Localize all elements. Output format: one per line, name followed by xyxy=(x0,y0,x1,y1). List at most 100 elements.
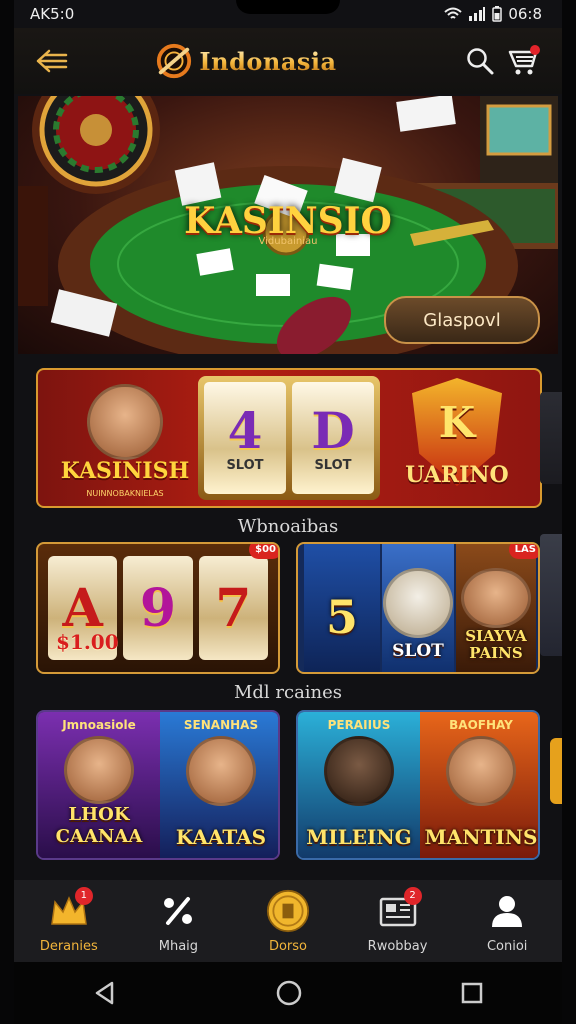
next-card-peek xyxy=(550,738,562,804)
slot-reel: 7 xyxy=(198,556,268,660)
game-tile: SIAYVA PAINS xyxy=(456,544,536,672)
back-triangle-icon[interactable] xyxy=(92,980,118,1006)
recents-square-icon[interactable] xyxy=(460,981,484,1005)
game-card[interactable]: A 9 7 $1.00 $00 xyxy=(36,542,280,674)
status-time: AK5:0 xyxy=(30,5,75,23)
game-caption: $1.00 xyxy=(56,630,119,654)
game-tile: 5 xyxy=(304,544,380,672)
nav-item-profile[interactable]: Conioi xyxy=(459,889,555,954)
banner-left-label: KASINISH xyxy=(60,458,190,484)
nav-icon-wrap: 1 xyxy=(47,886,93,933)
nav-label: Dorso xyxy=(268,938,307,954)
hero-banner[interactable]: KASINSIO Vidubainiau Glaspovl xyxy=(18,96,558,354)
brand-logo-icon xyxy=(157,43,192,79)
hero-cta-button[interactable]: Glaspovl xyxy=(384,296,540,344)
nav-icon-wrap xyxy=(266,889,310,933)
tile-title: 5 xyxy=(325,590,358,644)
app-title: Indonasia xyxy=(199,46,337,76)
character-avatar xyxy=(64,736,134,804)
tile-top-label: SENANHAS xyxy=(183,718,259,732)
cart-badge xyxy=(530,45,540,55)
nav-label: Mhaig xyxy=(158,938,199,954)
banner-right-art: K UARINO xyxy=(392,378,522,502)
reel-symbol: 7 xyxy=(215,577,252,639)
hero-subtitle: Vidubainiau xyxy=(258,236,318,247)
percent-icon xyxy=(164,896,193,925)
bottom-nav: 1 Deranies Mhaig Dorso 2 Rwobbay Conioi xyxy=(14,880,562,962)
nav-label: Deranies xyxy=(39,938,98,954)
tile-title: MILEING xyxy=(306,825,412,849)
wifi-icon xyxy=(444,7,462,19)
back-button[interactable] xyxy=(30,39,74,83)
game-tile: PERAIIUS MILEING xyxy=(298,712,420,858)
featured-slot-banner[interactable]: KASINISH NUINNOBAKNIELAS 4 SLOT D SLOT K… xyxy=(36,368,542,508)
next-card-peek xyxy=(540,534,562,656)
game-card[interactable]: PERAIIUS MILEING BAOFHAY MANTINS xyxy=(296,710,540,860)
section-title: Wbnoaibas xyxy=(237,516,339,537)
user-icon xyxy=(492,895,523,927)
tile-title: SIAYVA PAINS xyxy=(465,627,527,662)
nav-item-promo[interactable]: Mhaig xyxy=(130,889,226,954)
brand: Indonasia xyxy=(74,42,458,80)
game-tile: Jmnoasiole LHOK CAANAA xyxy=(38,712,160,858)
nav-badge: 2 xyxy=(403,886,422,905)
banner-reel: D SLOT xyxy=(292,382,374,494)
reel-label: SLOT xyxy=(226,457,264,473)
animal-icon xyxy=(324,736,394,806)
nav-badge: 1 xyxy=(74,886,93,905)
game-tile: BAOFHAY MANTINS xyxy=(420,712,538,858)
cart-button[interactable] xyxy=(502,39,546,83)
game-badge: $00 xyxy=(249,544,278,559)
tile-title: MANTINS xyxy=(424,825,538,849)
coin-icon xyxy=(266,889,310,932)
nav-label: Rwobbay xyxy=(367,938,428,954)
tile-title: SLOT xyxy=(392,641,444,661)
tile-top-label: Jmnoasiole xyxy=(62,718,136,732)
signal-icon xyxy=(469,7,486,21)
back-arrow-icon xyxy=(36,49,68,73)
shield-letter: K xyxy=(438,398,476,447)
animal-icon xyxy=(383,568,453,638)
reel-label: SLOT xyxy=(314,457,352,473)
nav-icon-wrap: 2 xyxy=(376,886,422,933)
nav-item-center[interactable]: Dorso xyxy=(240,889,336,954)
reel-symbol: 9 xyxy=(139,577,177,639)
character-avatar xyxy=(87,384,163,460)
tile-title: KAATAS xyxy=(175,825,267,849)
banner-left-art: KASINISH NUINNOBAKNIELAS xyxy=(50,374,200,502)
system-nav-bar xyxy=(14,962,562,1024)
app-bar: Indonasia xyxy=(14,28,562,94)
game-badge: LAS xyxy=(508,544,538,559)
next-banner-peek xyxy=(540,392,562,484)
banner-reel: 4 SLOT xyxy=(204,382,286,494)
nav-icon-wrap xyxy=(485,889,529,933)
banner-right-label: UARINO xyxy=(405,462,509,488)
character-avatar xyxy=(186,736,256,806)
section-title: Mdl rcaines xyxy=(233,682,343,703)
game-card[interactable]: 5 SLOT SIAYVA PAINS LAS xyxy=(296,542,540,674)
banner-left-sub: NUINNOBAKNIELAS xyxy=(86,489,164,498)
reel-symbol: D xyxy=(311,400,355,460)
character-avatar xyxy=(461,568,531,628)
slot-reel: 9 xyxy=(123,556,193,660)
nav-item-home[interactable]: 1 Deranies xyxy=(21,886,117,954)
status-icons: 06:8 xyxy=(444,5,542,23)
reel-symbol: 4 xyxy=(227,400,263,460)
banner-reels: 4 SLOT D SLOT xyxy=(198,376,380,500)
nav-icon-wrap xyxy=(156,889,200,933)
game-tile: SLOT xyxy=(382,544,454,672)
tile-title: LHOK CAANAA xyxy=(55,804,143,847)
nav-item-wallet[interactable]: 2 Rwobbay xyxy=(350,886,446,954)
search-icon xyxy=(467,48,494,75)
camera-notch xyxy=(236,0,340,14)
search-button[interactable] xyxy=(458,39,502,83)
tile-top-label: BAOFHAY xyxy=(449,718,513,732)
home-circle-icon[interactable] xyxy=(275,979,303,1007)
game-tile: SENANHAS KAATAS xyxy=(160,712,278,858)
game-card[interactable]: Jmnoasiole LHOK CAANAA SENANHAS KAATAS xyxy=(36,710,280,860)
nav-label: Conioi xyxy=(486,938,528,954)
tile-top-label: PERAIIUS xyxy=(327,718,391,732)
character-avatar xyxy=(446,736,516,806)
status-clock: 06:8 xyxy=(508,5,542,23)
battery-icon xyxy=(492,6,503,22)
